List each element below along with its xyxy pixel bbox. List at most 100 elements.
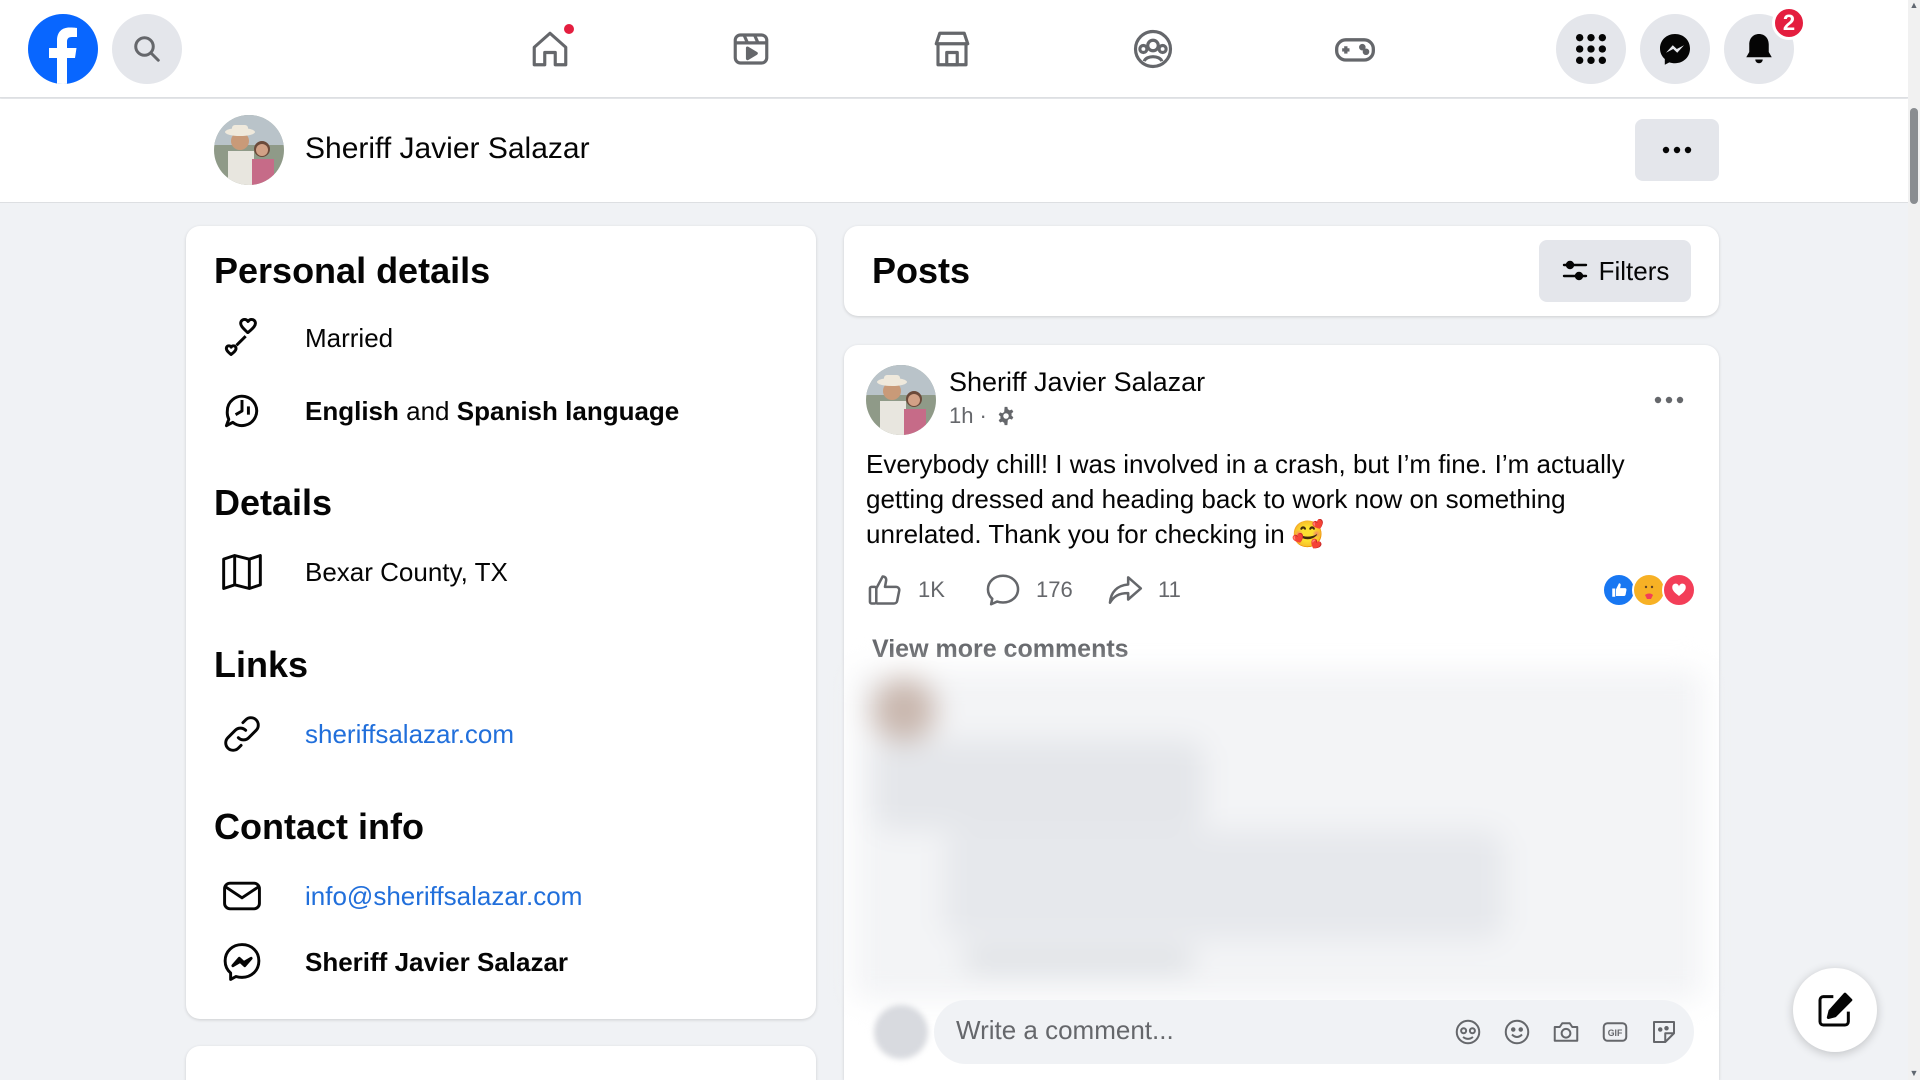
messenger-icon [1657,31,1693,67]
like-count: 1K [918,577,945,602]
love-reaction-icon [1662,573,1696,607]
map-icon [214,544,270,600]
svg-text:GIF: GIF [1608,1028,1623,1038]
relationship-row: Married [214,310,794,366]
post-meta: 1h · [949,403,1017,429]
post-actions: 1K 176 11 [866,565,1696,615]
search-button[interactable] [112,14,182,84]
top-navigation: 2 [0,0,1908,98]
gear-icon [987,405,1017,427]
compose-icon [1815,990,1855,1030]
comment-tools: GIF [1437,1014,1682,1050]
gif-icon[interactable]: GIF [1597,1014,1633,1050]
grid-icon [1574,32,1608,66]
messenger-outline-icon [214,934,270,990]
groups-icon [1132,28,1174,70]
scroll-thumb[interactable] [1910,108,1918,204]
reaction-summary[interactable] [1602,573,1696,609]
next-card [186,1046,816,1080]
link-icon [214,706,270,762]
comment-icon [984,571,1036,609]
tab-home[interactable] [502,14,598,84]
post-more-button[interactable] [1644,375,1694,425]
video-icon [730,28,772,70]
search-icon [132,34,162,64]
messenger-button[interactable] [1640,14,1710,84]
language-1: English [305,395,399,426]
contact-info-title: Contact info [214,806,424,847]
post-author-avatar[interactable] [866,365,936,435]
page-scrollbar[interactable]: ▲ ▼ [1908,0,1920,1080]
sticker-icon[interactable] [1646,1014,1682,1050]
menu-button[interactable] [1556,14,1626,84]
camera-icon[interactable] [1548,1014,1584,1050]
tab-groups[interactable] [1105,14,1201,84]
tab-video[interactable] [703,14,799,84]
tab-marketplace[interactable] [904,14,1000,84]
website-link[interactable]: sheriffsalazar.com [305,719,514,750]
profile-more-button[interactable] [1635,119,1719,181]
comment-count: 176 [1036,577,1073,602]
facebook-logo[interactable] [28,14,98,84]
email-row: info@sheriffsalazar.com [214,868,794,924]
thumbs-up-icon [866,571,918,609]
gaming-icon [1333,27,1377,71]
blurred-comments [854,670,1704,1000]
hearts-icon [214,310,270,366]
mail-icon [214,868,270,924]
website-row: sheriffsalazar.com [214,706,794,762]
emoji-icon[interactable] [1499,1014,1535,1050]
messenger-contact-name[interactable]: Sheriff Javier Salazar [305,947,568,978]
scroll-down-arrow[interactable]: ▼ [1909,1068,1919,1078]
details-title: Details [214,482,333,523]
bell-icon [1741,31,1777,67]
ellipsis-icon [1654,396,1684,404]
avatar-sticker-icon[interactable] [1450,1014,1486,1050]
filters-icon [1561,259,1599,283]
commenter-avatar [874,1005,928,1059]
view-more-comments[interactable]: View more comments [872,635,1129,664]
post-author-name[interactable]: Sheriff Javier Salazar [949,367,1205,398]
care-reaction-icon [1632,573,1666,607]
marketplace-icon [931,28,973,70]
comment-bar[interactable]: GIF [934,1000,1694,1064]
like-reaction-icon [1602,573,1636,607]
meta-separator: · [979,403,987,428]
languages-row: English and Spanish language [214,383,794,439]
post-time[interactable]: 1h [949,403,973,429]
comment-input[interactable] [956,1015,1436,1046]
post-text: Everybody chill! I was involved in a cra… [866,449,1625,549]
share-button[interactable]: 11 [1106,565,1181,615]
profile-name: Sheriff Javier Salazar [305,132,590,165]
filters-button[interactable]: Filters [1539,240,1691,302]
new-message-button[interactable] [1793,968,1877,1052]
language-and: and [406,395,450,426]
ellipsis-icon [1662,146,1692,154]
filters-label: Filters [1598,255,1670,286]
language-suffix: language [565,395,680,426]
messenger-contact-row: Sheriff Javier Salazar [214,934,794,990]
intro-card: Personal details Married English and Spa… [186,226,816,1019]
location-text: Bexar County, TX [305,556,508,587]
language-2: Spanish [456,395,558,426]
notification-badge: 2 [1772,6,1806,40]
relationship-status: Married [305,322,394,353]
location-row: Bexar County, TX [214,544,794,600]
post-card: Sheriff Javier Salazar 1h · Everybody ch… [844,345,1719,1080]
profile-header-bar: Sheriff Javier Salazar [0,99,1908,203]
notifications-button[interactable]: 2 [1724,6,1806,84]
posts-header-card: Posts Filters [844,226,1719,316]
email-link[interactable]: info@sheriffsalazar.com [305,881,582,912]
share-count: 11 [1158,577,1181,602]
home-notification-dot [562,22,576,36]
speech-language-icon [214,383,270,439]
personal-details-title: Personal details [214,250,491,291]
tab-gaming[interactable] [1307,14,1403,84]
posts-title: Posts [872,250,971,291]
links-title: Links [214,644,309,685]
scroll-up-arrow[interactable]: ▲ [1909,0,1919,10]
profile-avatar[interactable] [214,115,284,185]
comment-button[interactable]: 176 [984,565,1073,615]
share-icon [1106,571,1158,609]
like-button[interactable]: 1K [866,565,945,615]
